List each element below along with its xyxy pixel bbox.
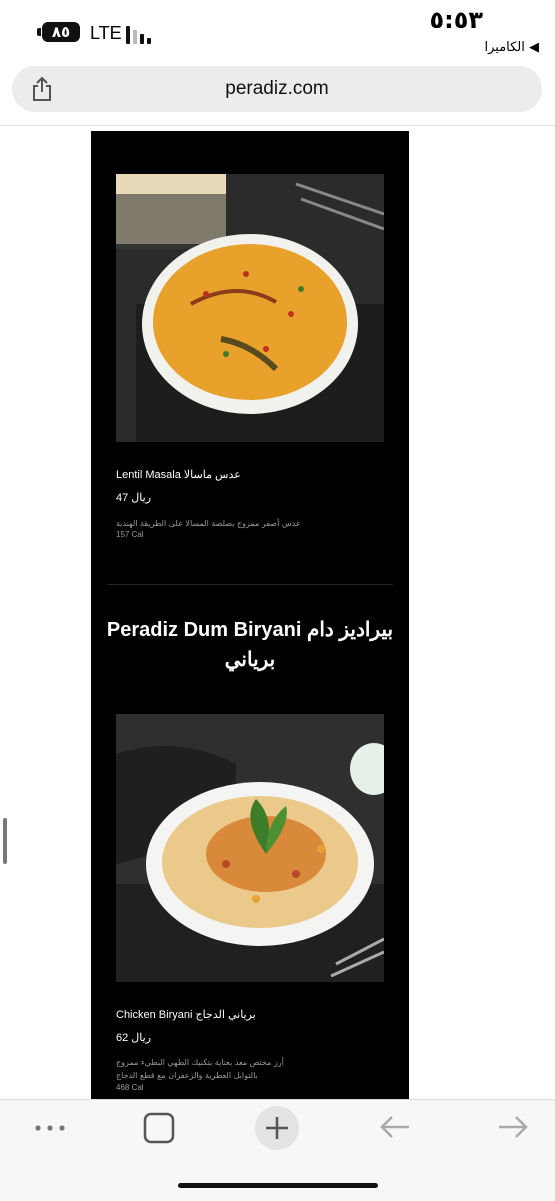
signal-icon	[126, 24, 160, 44]
dish-calories: 468 Cal	[116, 1083, 144, 1092]
battery-cap	[37, 28, 41, 36]
dish-image-lentil-masala	[116, 174, 384, 442]
home-indicator	[178, 1183, 378, 1188]
more-icon[interactable]	[30, 1118, 70, 1142]
back-to-app-link[interactable]: ◀ الكاميرا	[484, 40, 539, 55]
status-time: ٥:٥٣	[429, 6, 483, 34]
section-divider	[107, 584, 393, 585]
network-type: LTE	[90, 23, 122, 43]
battery-indicator: ٨٥	[42, 22, 80, 42]
dish-name: Lentil Masala عدس ماسالا	[116, 469, 241, 481]
tabs-icon[interactable]	[142, 1111, 176, 1149]
address-bar[interactable]: peradiz.com	[12, 66, 542, 112]
dish-calories: 157 Cal	[116, 530, 144, 539]
url-text[interactable]: peradiz.com	[12, 78, 542, 100]
section-title: Peradiz Dum Biryani بيراديز دام برياني	[106, 619, 394, 671]
divider	[0, 125, 555, 126]
forward-arrow-icon[interactable]	[496, 1112, 530, 1146]
plus-icon[interactable]	[254, 1105, 300, 1155]
dish-description: أرز مختص معد بعناية بتكنيك الطهي البطيء …	[116, 1058, 284, 1080]
back-arrow-icon[interactable]	[378, 1112, 412, 1146]
dish-price: ريال 62	[116, 1032, 152, 1044]
menu-page: Lentil Masala عدس ماسالا ريال 47 عدس أصف…	[91, 131, 409, 1099]
scroll-handle[interactable]	[3, 818, 7, 864]
status-bar: ٨٥ LTE ٥:٥٣ ◀ الكاميرا	[0, 0, 555, 62]
dish-name: Chicken Biryani برياني الدجاج	[116, 1009, 256, 1021]
dish-price: ريال 47	[116, 492, 152, 504]
dish-description: عدس أصفر ممزوج بصلصة المسالا على الطريقة…	[116, 519, 301, 528]
dish-image-chicken-biryani	[116, 714, 384, 982]
